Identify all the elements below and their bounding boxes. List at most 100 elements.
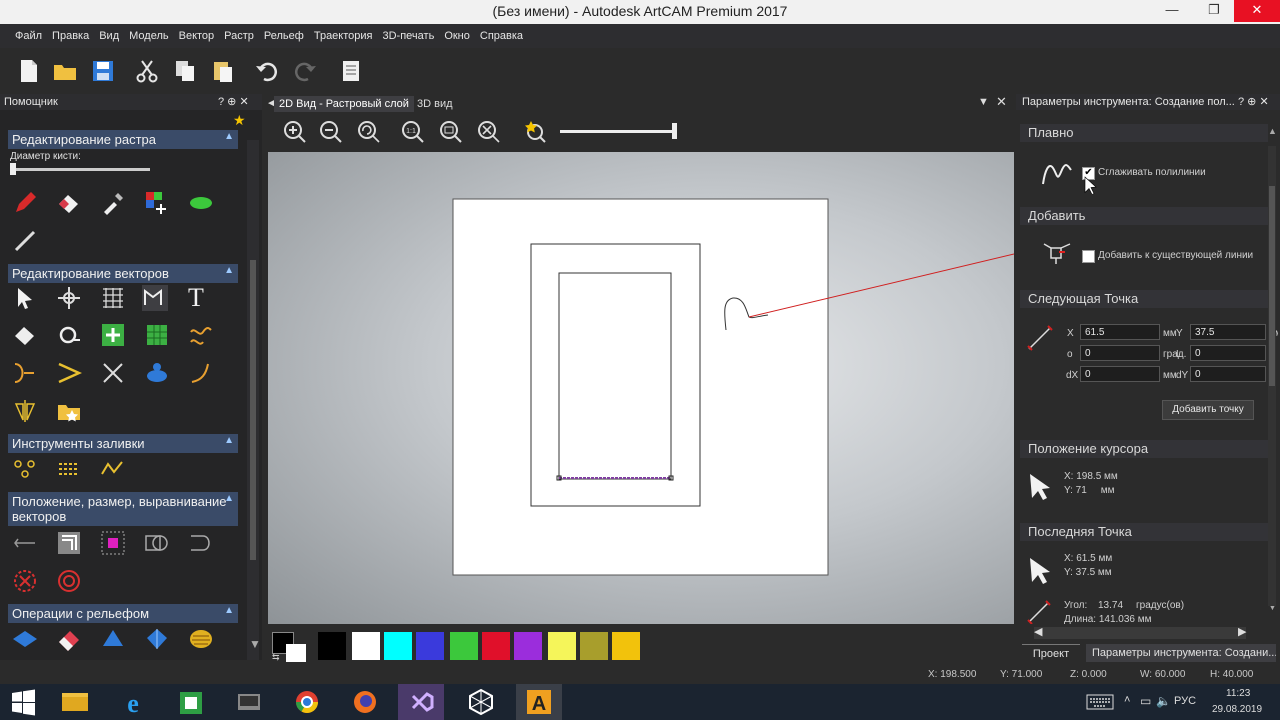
- menu-file[interactable]: Файл: [10, 24, 47, 48]
- store-icon[interactable]: [168, 684, 214, 720]
- dx-input[interactable]: 0: [1080, 366, 1160, 382]
- cut-icon[interactable]: [134, 58, 160, 84]
- tab-tool-parameters[interactable]: Параметры инструмента: Создани...: [1086, 644, 1276, 662]
- relief-shape-icon[interactable]: [12, 626, 38, 652]
- eyedropper-icon[interactable]: [100, 190, 126, 216]
- texture-relief-icon[interactable]: [188, 626, 214, 652]
- pencil-icon[interactable]: [12, 190, 38, 216]
- zoom-slider[interactable]: [560, 123, 677, 139]
- pattern-fill-icon[interactable]: [56, 456, 82, 482]
- palette-color-blue[interactable]: [416, 632, 444, 660]
- maximize-button[interactable]: ❐: [1194, 0, 1234, 22]
- zoom-in-icon[interactable]: [282, 119, 308, 145]
- artcam-icon[interactable]: A: [516, 684, 562, 720]
- network-icon[interactable]: ▭: [1140, 694, 1151, 708]
- favorite-star-icon[interactable]: ★: [233, 112, 246, 129]
- length-input[interactable]: 0: [1190, 345, 1266, 361]
- center-icon[interactable]: [100, 530, 126, 556]
- menu-help[interactable]: Справка: [475, 24, 528, 48]
- line-brush-icon[interactable]: [12, 228, 38, 254]
- add-point-button[interactable]: Добавить точку: [1162, 400, 1254, 420]
- vector-library-icon[interactable]: [56, 398, 82, 424]
- secondary-color-swatch[interactable]: [286, 644, 306, 662]
- align-icon[interactable]: [12, 530, 38, 556]
- trim-icon[interactable]: [100, 360, 126, 386]
- grid-warp-icon[interactable]: [100, 285, 126, 311]
- extrude-icon[interactable]: [100, 626, 126, 652]
- firefox-icon[interactable]: [342, 684, 388, 720]
- minimize-button[interactable]: —: [1152, 0, 1192, 22]
- zoom-1-1-icon[interactable]: 1:1: [400, 119, 426, 145]
- palette-color-olive[interactable]: [580, 632, 608, 660]
- file-explorer-icon[interactable]: [52, 684, 98, 720]
- menu-toolpath[interactable]: Траектория: [309, 24, 378, 48]
- left-scrollbar[interactable]: [247, 140, 259, 660]
- zoom-previous-icon[interactable]: [356, 119, 382, 145]
- scroll-up-icon[interactable]: ▲: [1268, 126, 1277, 136]
- bend-icon[interactable]: [188, 360, 214, 386]
- menu-relief[interactable]: Рельеф: [259, 24, 309, 48]
- menu-3d-print[interactable]: 3D-печать: [378, 24, 440, 48]
- visual-studio-icon[interactable]: [398, 684, 444, 720]
- eraser-icon[interactable]: [56, 190, 82, 216]
- scatter-fill-icon[interactable]: [12, 456, 38, 482]
- scroll-left-icon[interactable]: ◀: [1034, 625, 1042, 638]
- close-button[interactable]: ✕: [1234, 0, 1280, 22]
- device-icon[interactable]: [226, 684, 272, 720]
- tab-3d-view[interactable]: 3D вид: [412, 96, 458, 112]
- vector-grid-icon[interactable]: [144, 322, 170, 348]
- brush-diameter-slider[interactable]: [10, 163, 150, 175]
- tray-chevron-icon[interactable]: ˄: [1124, 694, 1130, 706]
- palette-color-red[interactable]: [482, 632, 510, 660]
- palette-color-green[interactable]: [450, 632, 478, 660]
- zoom-favorite-icon[interactable]: [522, 119, 548, 145]
- tab-project[interactable]: Проект: [1022, 644, 1080, 663]
- swap-colors-icon[interactable]: ⇆: [272, 652, 280, 663]
- x-input[interactable]: 61.5: [1080, 324, 1160, 340]
- vertical-scrollbar[interactable]: [1268, 146, 1276, 606]
- chrome-icon[interactable]: [284, 684, 330, 720]
- save-icon[interactable]: [90, 58, 116, 84]
- smooth-curve-icon[interactable]: [188, 322, 214, 348]
- clock-date[interactable]: 29.08.2019: [1212, 704, 1262, 715]
- drawing-canvas[interactable]: [268, 152, 1014, 624]
- clock-time[interactable]: 11:23: [1226, 688, 1250, 699]
- y-input[interactable]: 37.5: [1190, 324, 1266, 340]
- autodesk-app-icon[interactable]: [458, 684, 504, 720]
- keyboard-icon[interactable]: [1086, 694, 1114, 710]
- rotate-vector-icon[interactable]: [144, 530, 170, 556]
- angle-input[interactable]: 0: [1080, 345, 1160, 361]
- palette-color-gold[interactable]: [612, 632, 640, 660]
- color-add-icon[interactable]: [144, 190, 170, 216]
- volume-icon[interactable]: 🔈: [1156, 694, 1171, 708]
- undo-icon[interactable]: [254, 58, 280, 84]
- vector-texture-icon[interactable]: [144, 360, 170, 386]
- section-raster-editing[interactable]: Редактирование растра ▲: [8, 130, 238, 149]
- close-view-icon[interactable]: ✕: [996, 94, 1007, 110]
- tab-list-icon[interactable]: ▼: [978, 96, 989, 108]
- panel-controls-icon[interactable]: ? ⊕ ✕: [1238, 94, 1269, 110]
- offset-icon[interactable]: [56, 322, 82, 348]
- vector-eraser-icon[interactable]: [12, 322, 38, 348]
- tab-2d-view[interactable]: 2D Вид - Растровый слой: [274, 96, 414, 112]
- distribute-icon[interactable]: [188, 530, 214, 556]
- add-node-icon[interactable]: [100, 322, 126, 348]
- menu-vector[interactable]: Вектор: [174, 24, 220, 48]
- menu-model[interactable]: Модель: [124, 24, 173, 48]
- internet-explorer-icon[interactable]: e: [110, 684, 156, 720]
- zoom-box-icon[interactable]: [438, 119, 464, 145]
- wrap-icon[interactable]: [56, 568, 82, 594]
- menu-view[interactable]: Вид: [94, 24, 124, 48]
- palette-color-white[interactable]: [352, 632, 380, 660]
- add-to-existing-checkbox[interactable]: [1082, 250, 1095, 263]
- menu-window[interactable]: Окно: [439, 24, 475, 48]
- nesting-icon[interactable]: [12, 568, 38, 594]
- mirror-icon[interactable]: [12, 398, 38, 424]
- section-relief-operations[interactable]: Операции с рельефом ▲: [8, 604, 238, 623]
- palette-color-cyan[interactable]: [384, 632, 412, 660]
- open-folder-icon[interactable]: [52, 58, 78, 84]
- palette-color-yellow[interactable]: [548, 632, 576, 660]
- section-vector-editing[interactable]: Редактирование векторов ▲: [8, 264, 238, 283]
- menu-raster[interactable]: Растр: [219, 24, 259, 48]
- join-vectors-icon[interactable]: [12, 360, 38, 386]
